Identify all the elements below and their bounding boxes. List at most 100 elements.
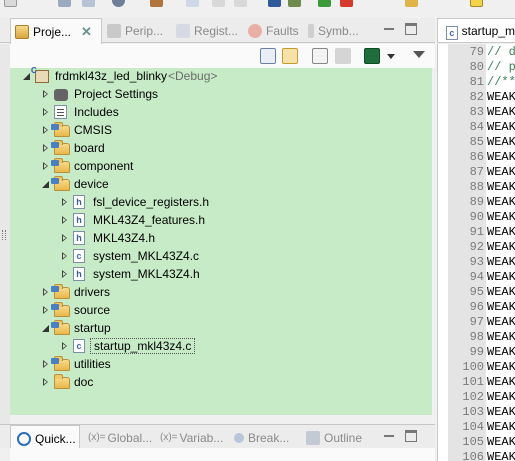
save-icon[interactable] xyxy=(58,0,71,7)
code-line[interactable]: WEAK xyxy=(487,255,515,269)
tree-item[interactable]: startup xyxy=(10,319,432,337)
code-line[interactable]: WEAK xyxy=(487,225,515,239)
code-line[interactable]: WEAK xyxy=(487,390,515,404)
tab-outline[interactable]: Outline xyxy=(306,425,362,450)
minimize-view-icon[interactable] xyxy=(383,23,395,35)
code-line[interactable]: WEAK xyxy=(487,330,515,344)
register-0101-icon[interactable] xyxy=(186,0,199,7)
debug-icon[interactable] xyxy=(268,0,281,7)
tree-item[interactable]: device xyxy=(10,175,432,193)
code-line[interactable]: WEAK xyxy=(487,240,515,254)
tree-item[interactable]: doc xyxy=(10,373,432,391)
collapsed-arrow-icon[interactable] xyxy=(61,216,69,224)
edit-icon[interactable] xyxy=(470,0,483,7)
view-menu-icon[interactable] xyxy=(413,51,425,58)
code-line[interactable]: WEAK xyxy=(487,435,515,449)
tab-variables[interactable]: (x)= Variab... xyxy=(160,425,223,450)
link-chain-icon[interactable] xyxy=(335,48,351,64)
tree-item[interactable]: Includes xyxy=(10,103,432,121)
new-file-icon[interactable] xyxy=(4,0,17,7)
collapsed-arrow-icon[interactable] xyxy=(42,162,50,170)
collapsed-arrow-icon[interactable] xyxy=(61,342,69,350)
tab-symbols[interactable]: Symb... xyxy=(308,18,359,43)
expanded-arrow-icon[interactable] xyxy=(23,72,31,80)
tree-item[interactable]: c startup_mkl43z4.c xyxy=(10,337,432,355)
maximize-view-icon[interactable] xyxy=(405,23,417,35)
collapsed-arrow-icon[interactable] xyxy=(42,126,50,134)
close-icon[interactable]: ✕ xyxy=(81,24,92,40)
minimize-bottom-icon[interactable] xyxy=(383,430,395,442)
filter-grid-icon[interactable] xyxy=(312,48,328,64)
tab-breakpoints[interactable]: Break... xyxy=(234,425,289,450)
tree-item[interactable]: h fsl_device_registers.h xyxy=(10,193,432,211)
code-line[interactable]: WEAK xyxy=(487,450,515,461)
collapsed-arrow-icon[interactable] xyxy=(42,144,50,152)
code-line[interactable]: WEAK xyxy=(487,195,515,209)
code-line[interactable]: WEAK xyxy=(487,135,515,149)
code-line[interactable]: WEAK xyxy=(487,120,515,134)
code-line[interactable]: WEAK xyxy=(487,210,515,224)
collapsed-arrow-icon[interactable] xyxy=(61,252,69,260)
tab-faults[interactable]: Faults xyxy=(248,18,299,43)
open-folder-icon[interactable] xyxy=(405,0,418,7)
expanded-arrow-icon[interactable] xyxy=(42,180,50,188)
expanded-arrow-icon[interactable] xyxy=(42,324,50,332)
code-editor[interactable]: 79// d 80// p 81//** 82 WEAK 83 WEAK 84 WEAK 85 WE… xyxy=(437,44,515,461)
code-line[interactable]: WEAK xyxy=(487,285,515,299)
code-line[interactable]: WEAK xyxy=(487,105,515,119)
tree-item[interactable]: utilities xyxy=(10,355,432,373)
tree-item[interactable]: Project Settings xyxy=(10,85,432,103)
code-line[interactable]: //** xyxy=(487,75,515,89)
collapsed-arrow-icon[interactable] xyxy=(42,360,50,368)
code-line[interactable]: WEAK xyxy=(487,405,515,419)
run-icon[interactable] xyxy=(318,0,331,7)
code-line[interactable]: // d xyxy=(487,45,515,59)
code-line[interactable]: WEAK xyxy=(487,270,515,284)
code-line[interactable]: WEAK xyxy=(487,360,515,374)
tree-item[interactable]: c system_MKL43Z4.c xyxy=(10,247,432,265)
code-line[interactable]: WEAK xyxy=(487,375,515,389)
code-line[interactable]: WEAK xyxy=(487,150,515,164)
collapsed-arrow-icon[interactable] xyxy=(42,306,50,314)
collapsed-arrow-icon[interactable] xyxy=(61,270,69,278)
code-line[interactable]: // p xyxy=(487,60,515,74)
tab-peripherals[interactable]: Perip... xyxy=(107,18,163,43)
editor-tab[interactable]: c startup_m xyxy=(437,18,515,43)
maximize-bottom-icon[interactable] xyxy=(405,430,417,442)
tree-item[interactable]: h MKL43Z4.h xyxy=(10,229,432,247)
tree-item[interactable]: component xyxy=(10,157,432,175)
excel-icon[interactable] xyxy=(364,48,380,64)
nav-forward-icon[interactable] xyxy=(234,0,247,7)
code-line[interactable]: WEAK xyxy=(487,420,515,434)
tree-item[interactable]: drivers xyxy=(10,283,432,301)
tree-item[interactable]: CMSIS xyxy=(10,121,432,139)
stop-icon[interactable] xyxy=(340,0,353,7)
collapsed-arrow-icon[interactable] xyxy=(42,90,50,98)
tab-project-explorer[interactable]: Proje... ✕ xyxy=(10,18,102,44)
tree-item[interactable]: frdmkl43z_led_blinky<Debug> xyxy=(10,66,432,85)
build-hammer-icon[interactable] xyxy=(150,0,163,7)
collapsed-arrow-icon[interactable] xyxy=(61,198,69,206)
excel-dropdown-icon[interactable] xyxy=(387,54,395,59)
tree-item[interactable]: h system_MKL43Z4.h xyxy=(10,265,432,283)
tree-item[interactable]: board xyxy=(10,139,432,157)
link-with-editor-icon[interactable] xyxy=(282,48,298,64)
code-line[interactable]: WEAK xyxy=(487,90,515,104)
code-line[interactable]: WEAK xyxy=(487,300,515,314)
tree-item[interactable]: h MKL43Z4_features.h xyxy=(10,211,432,229)
collapsed-arrow-icon[interactable] xyxy=(61,234,69,242)
tree-item[interactable]: source xyxy=(10,301,432,319)
code-line[interactable]: WEAK xyxy=(487,165,515,179)
save-all-icon[interactable] xyxy=(82,0,95,7)
collapsed-arrow-icon[interactable] xyxy=(42,108,50,116)
tab-registers[interactable]: Regist... xyxy=(176,18,238,43)
code-line[interactable]: WEAK xyxy=(487,345,515,359)
left-sash[interactable] xyxy=(0,44,10,424)
collapsed-arrow-icon[interactable] xyxy=(42,288,50,296)
tab-global-variables[interactable]: (x)= Global... xyxy=(88,425,152,450)
sash-handle[interactable] xyxy=(2,230,6,240)
collapse-all-icon[interactable] xyxy=(260,48,276,64)
collapsed-arrow-icon[interactable] xyxy=(42,378,50,386)
debug-config-icon[interactable] xyxy=(112,0,125,7)
code-line[interactable]: WEAK xyxy=(487,315,515,329)
